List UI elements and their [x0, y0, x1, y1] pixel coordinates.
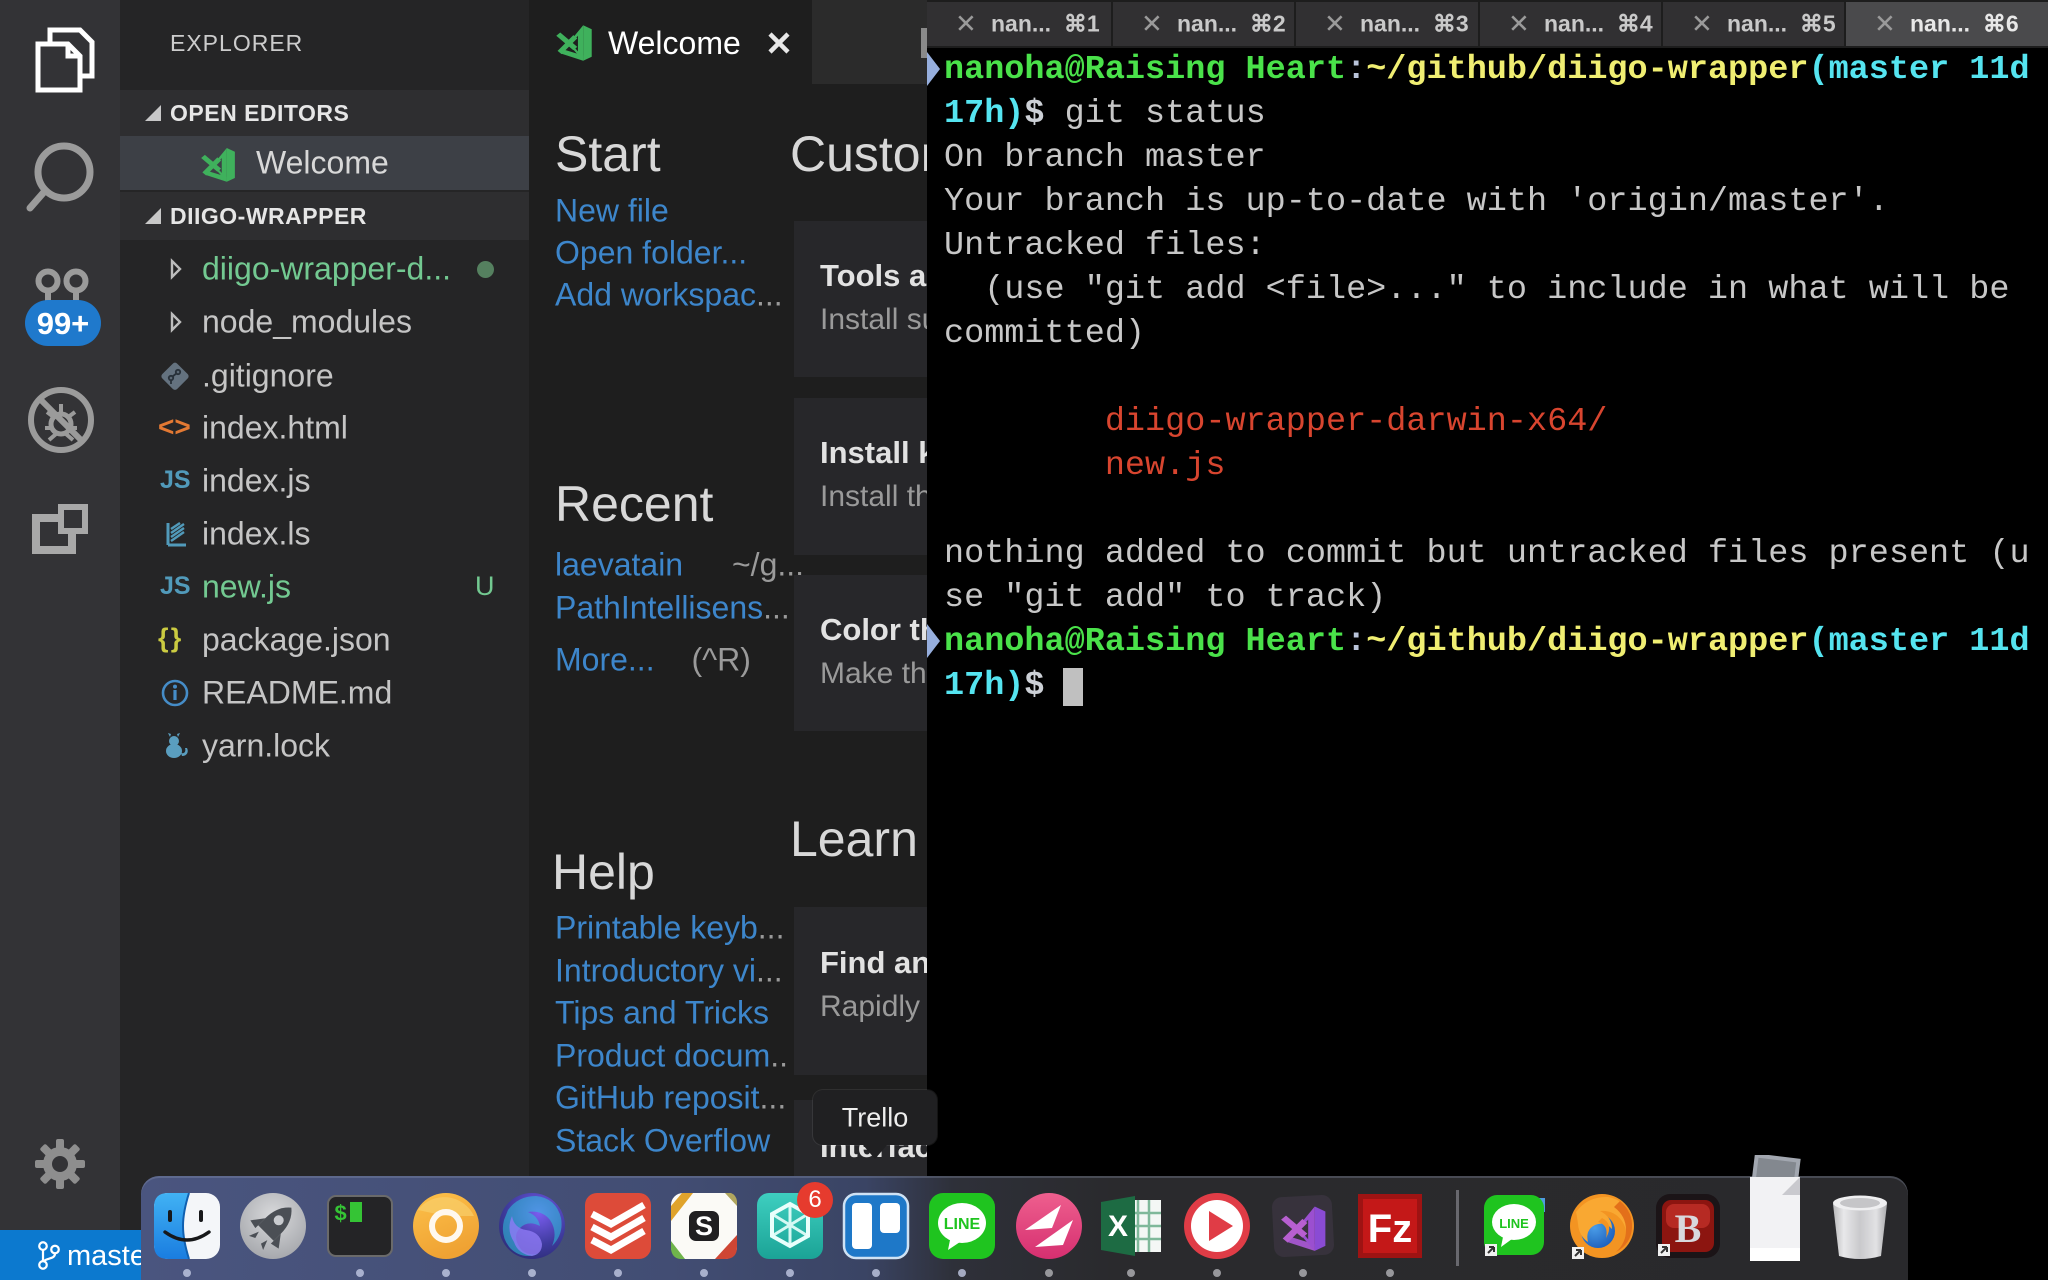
svg-text:LINE: LINE [1499, 1216, 1529, 1231]
svg-text:X: X [1108, 1210, 1128, 1243]
svg-text:Fz: Fz [1368, 1207, 1412, 1251]
svg-text:LINE: LINE [944, 1216, 981, 1233]
svg-text:S: S [695, 1211, 713, 1241]
svg-text:B: B [1675, 1206, 1702, 1251]
svg-text:$: $ [334, 1202, 347, 1227]
svg-text:99+: 99+ [37, 306, 90, 341]
